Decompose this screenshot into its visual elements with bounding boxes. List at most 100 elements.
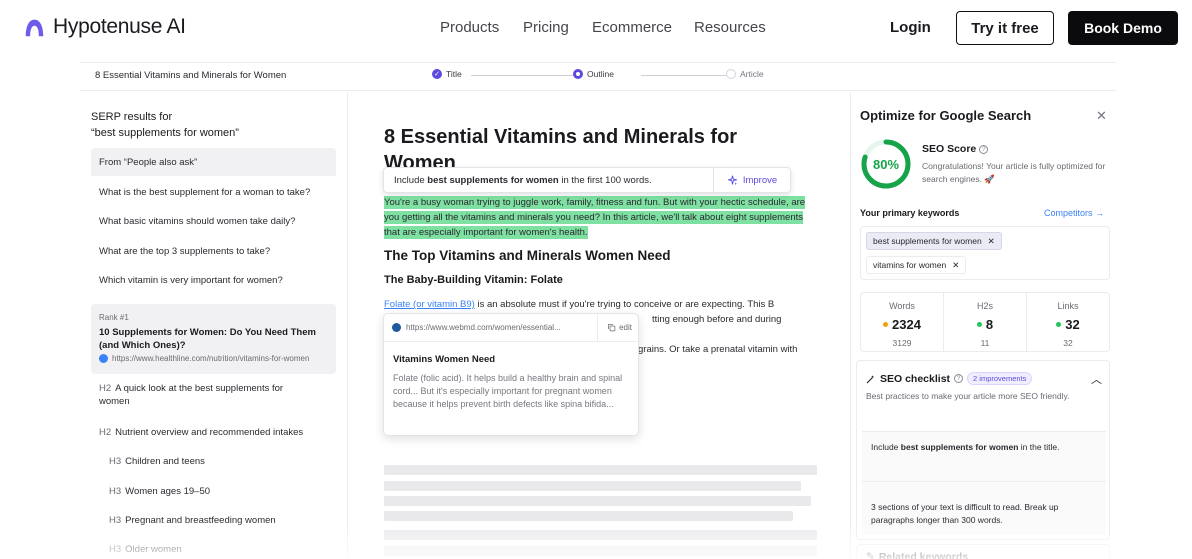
step-label: Outline xyxy=(587,69,614,79)
improve-label: Improve xyxy=(742,174,778,186)
progress-steps: ✓ Title Outline Article xyxy=(432,69,772,83)
step-outline[interactable]: Outline xyxy=(573,69,614,79)
top-navigation: Hypotenuse AI Products Pricing Ecommerce… xyxy=(0,0,1192,56)
checklist-item[interactable]: 3 sections of your text is difficult to … xyxy=(862,481,1106,535)
current-step-icon xyxy=(573,69,583,79)
nav-link-resources[interactable]: Resources xyxy=(694,19,766,36)
checklist-text: in the title. xyxy=(1018,442,1060,452)
seo-score-label: SEO Score ? xyxy=(922,143,989,155)
link-preview-snippet: Folate (folic acid). It helps build a he… xyxy=(393,373,623,409)
folate-link[interactable]: Folate (or vitamin B9) xyxy=(384,299,475,310)
heading-tag: H3 xyxy=(109,486,122,497)
stat-label: H2s xyxy=(976,301,993,311)
primary-keywords-label: Your primary keywords xyxy=(860,208,960,218)
outline-heading[interactable]: H2 A quick look at the best supplements f… xyxy=(99,382,309,408)
remove-keyword-icon[interactable]: ✕ xyxy=(988,236,995,247)
seo-score-value: 80% xyxy=(872,156,900,172)
serp-heading: SERP results for “best supplements for w… xyxy=(91,109,239,141)
stat-target: 32 xyxy=(1063,338,1073,348)
keyword-chip[interactable]: best supplements for women ✕ xyxy=(866,232,1002,250)
check-icon: ✓ xyxy=(432,69,442,79)
edit-label: edit xyxy=(619,323,632,332)
section-heading[interactable]: The Top Vitamins and Minerals Women Need xyxy=(384,248,671,263)
keywords-box[interactable]: best supplements for women ✕ vitamins fo… xyxy=(860,226,1110,280)
serp-panel: SERP results for “best supplements for w… xyxy=(80,92,348,559)
heading-tag: H3 xyxy=(109,515,122,526)
try-it-free-button[interactable]: Try it free xyxy=(956,11,1054,45)
help-icon[interactable]: ? xyxy=(979,144,989,154)
keyword-chip[interactable]: vitamins for women ✕ xyxy=(866,256,967,274)
keyword-suggestion-tooltip: Include best supplements for women in th… xyxy=(383,167,791,193)
heading-text: Women ages 19–50 xyxy=(125,486,211,497)
checklist-keyword: best supplements for women xyxy=(900,442,1019,452)
remove-keyword-icon[interactable]: ✕ xyxy=(952,260,959,271)
brand[interactable]: Hypotenuse AI xyxy=(24,15,186,39)
highlighted-text[interactable]: You're a busy woman trying to juggle wor… xyxy=(384,196,806,239)
help-icon[interactable]: ? xyxy=(954,374,964,383)
favicon-icon xyxy=(392,323,401,332)
nav-link-pricing[interactable]: Pricing xyxy=(523,19,569,36)
paa-question[interactable]: What is the best supplement for a woman … xyxy=(99,187,310,198)
paa-header: From “People also ask” xyxy=(91,148,336,176)
stat-target: 3129 xyxy=(892,338,912,348)
step-article[interactable]: Article xyxy=(726,69,764,79)
close-icon[interactable]: ✕ xyxy=(1096,108,1107,124)
nav-link-products[interactable]: Products xyxy=(440,19,499,36)
outline-heading[interactable]: H3 Pregnant and breastfeeding women xyxy=(109,514,276,527)
heading-tag: H3 xyxy=(109,456,122,467)
divider xyxy=(597,313,599,342)
heading-text: Children and teens xyxy=(125,456,205,467)
heading-tag: H2 xyxy=(99,427,112,438)
skeleton-line xyxy=(384,465,817,475)
subsection-heading[interactable]: The Baby-Building Vitamin: Folate xyxy=(384,274,563,286)
seo-panel-title: Optimize for Google Search xyxy=(860,108,1032,123)
pending-step-icon xyxy=(726,69,736,79)
heading-text: Pregnant and breastfeeding women xyxy=(125,515,276,526)
serp-heading-line: SERP results for xyxy=(91,111,173,123)
related-keywords-title: ✎ Related keywords xyxy=(866,551,968,559)
stat-value: 2324 xyxy=(861,317,943,332)
login-link[interactable]: Login xyxy=(890,19,931,36)
intro-paragraph[interactable]: You're a busy woman trying to juggle wor… xyxy=(384,195,814,240)
article-editor[interactable]: 8 Essential Vitamins and Minerals for Wo… xyxy=(348,92,850,559)
outline-heading[interactable]: H3 Children and teens xyxy=(109,455,205,468)
checklist-item[interactable]: Include best supplements for women in th… xyxy=(862,431,1106,481)
skeleton-line xyxy=(384,530,817,540)
heading-text: A quick look at the best supplements for… xyxy=(99,383,284,407)
nav-link-ecommerce[interactable]: Ecommerce xyxy=(592,19,672,36)
stat-h2s: H2s 8 11 xyxy=(944,293,1027,351)
outline-heading[interactable]: H3 Older women xyxy=(109,543,182,556)
globe-icon xyxy=(99,354,108,363)
skeleton-line xyxy=(384,546,817,556)
suggestion-keyword: best supplements for women xyxy=(427,174,559,186)
improve-button[interactable]: Improve xyxy=(714,175,790,186)
related-keywords-text: Related keywords xyxy=(878,551,969,559)
status-dot-icon xyxy=(883,322,889,327)
link-url[interactable]: https://www.webmd.com/women/essential... xyxy=(406,323,592,332)
paa-question[interactable]: What are the top 3 supplements to take? xyxy=(99,246,270,257)
stat-label: Links xyxy=(1057,301,1079,311)
status-dot-icon xyxy=(976,322,982,327)
stat-number: 2324 xyxy=(892,317,921,332)
stat-value: 8 xyxy=(944,317,1026,332)
edit-link-button[interactable]: edit xyxy=(603,323,632,332)
result-url: https://www.healthline.com/nutrition/vit… xyxy=(99,354,309,363)
seo-score-description: Congratulations! Your article is fully o… xyxy=(922,161,1106,184)
outline-heading[interactable]: H3 Women ages 19–50 xyxy=(109,485,210,498)
step-title[interactable]: ✓ Title xyxy=(432,69,462,79)
wand-icon xyxy=(866,374,875,383)
checklist-title[interactable]: SEO checklist ? 2 improvements xyxy=(866,372,1033,385)
competitors-link[interactable]: Competitors → xyxy=(1044,208,1104,218)
book-demo-button[interactable]: Book Demo xyxy=(1068,11,1178,45)
paa-question[interactable]: What basic vitamins should women take da… xyxy=(99,216,295,227)
paa-question[interactable]: Which vitamin is very important for wome… xyxy=(99,275,283,286)
related-keywords-section[interactable]: ✎ Related keywords xyxy=(856,544,1110,559)
chevron-up-icon[interactable]: ︿ xyxy=(1091,371,1102,387)
stat-target: 11 xyxy=(980,338,990,348)
outline-heading[interactable]: H2 Nutrient overview and recommended inta… xyxy=(99,426,303,439)
serp-result-card[interactable]: Rank #1 10 Supplements for Women: Do You… xyxy=(91,304,336,374)
step-connector xyxy=(471,75,573,76)
link-preview-header: https://www.webmd.com/women/essential...… xyxy=(384,313,640,342)
seo-score-ring: 80% xyxy=(860,138,912,190)
checklist-description: Best practices to make your article more… xyxy=(866,391,1070,401)
